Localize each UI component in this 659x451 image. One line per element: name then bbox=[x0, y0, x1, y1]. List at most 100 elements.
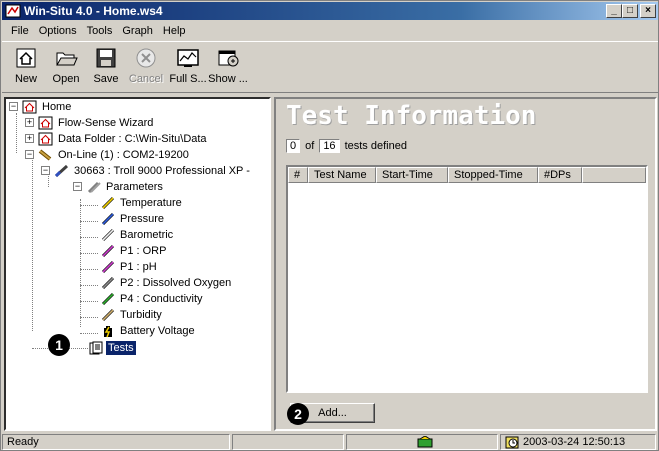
column-header-dps[interactable]: #DPs bbox=[538, 167, 582, 183]
tree-connector bbox=[80, 285, 98, 286]
tree-label-flow-sense: Flow-Sense Wizard bbox=[58, 117, 154, 129]
tree-item-parameters[interactable]: Parameters bbox=[86, 180, 165, 194]
callout-2: 2 bbox=[287, 403, 309, 425]
column-header-start-time[interactable]: Start-Time bbox=[376, 167, 448, 183]
calendar-clock-icon bbox=[505, 436, 519, 449]
param-item-temperature[interactable]: Temperature bbox=[100, 196, 184, 210]
param-label: P1 : pH bbox=[120, 261, 157, 273]
serial-cable-icon bbox=[38, 149, 52, 161]
tree-connector bbox=[32, 155, 33, 331]
save-button[interactable]: Save bbox=[86, 44, 126, 90]
tree-connector bbox=[80, 301, 98, 302]
show-label: Show ... bbox=[208, 73, 248, 85]
save-disk-icon bbox=[96, 48, 116, 68]
menu-help[interactable]: Help bbox=[158, 25, 191, 37]
status-datetime: 2003-03-24 12:50:13 bbox=[500, 434, 656, 450]
open-label: Open bbox=[52, 73, 80, 85]
tree-label-tests: Tests bbox=[106, 341, 136, 355]
connection-icon bbox=[417, 436, 433, 448]
navigation-tree[interactable]: − Home + Flow-Sense Wizard + Data Folder… bbox=[4, 97, 271, 431]
tree-item-device[interactable]: 30663 : Troll 9000 Professional XP - bbox=[54, 164, 252, 178]
open-button[interactable]: Open bbox=[46, 44, 86, 90]
close-button[interactable]: × bbox=[640, 4, 656, 18]
white-probe-icon bbox=[101, 228, 115, 242]
expand-home-toggle[interactable]: − bbox=[9, 102, 18, 111]
param-item-battery-voltage[interactable]: Battery Voltage bbox=[100, 324, 197, 338]
tree-connector bbox=[80, 269, 98, 270]
count-of-label: of bbox=[305, 140, 315, 152]
param-item-dissolved-oxygen[interactable]: P2 : Dissolved Oxygen bbox=[100, 276, 233, 290]
menu-bar: File Options Tools Graph Help bbox=[2, 21, 658, 40]
defined-count: 0 bbox=[286, 139, 301, 153]
window-title: Win-Situ 4.0 - Home.ws4 bbox=[24, 4, 163, 18]
status-panel-connection bbox=[346, 434, 498, 450]
test-count-row: 0 of 16 tests defined bbox=[286, 139, 412, 153]
tree-item-data-folder[interactable]: Data Folder : C:\Win-Situ\Data bbox=[38, 132, 209, 146]
column-header-blank[interactable] bbox=[582, 167, 646, 183]
tree-label-data-folder: Data Folder : C:\Win-Situ\Data bbox=[58, 133, 207, 145]
total-count: 16 bbox=[319, 139, 340, 153]
tree-item-flow-sense-wizard[interactable]: Flow-Sense Wizard bbox=[38, 116, 155, 130]
callout-1: 1 bbox=[48, 334, 70, 356]
param-item-pressure[interactable]: Pressure bbox=[100, 212, 166, 226]
menu-graph[interactable]: Graph bbox=[117, 25, 158, 37]
full-screen-label: Full S... bbox=[169, 73, 207, 85]
title-bar[interactable]: Win-Situ 4.0 - Home.ws4 _ □ × bbox=[2, 2, 658, 20]
test-information-panel: Test Information 0 of 16 tests defined #… bbox=[274, 97, 657, 431]
expand-device-toggle[interactable]: − bbox=[41, 166, 50, 175]
menu-options[interactable]: Options bbox=[34, 25, 82, 37]
status-panel-empty bbox=[232, 434, 344, 450]
menu-tools[interactable]: Tools bbox=[82, 25, 118, 37]
minimize-button[interactable]: _ bbox=[606, 4, 622, 18]
home-icon bbox=[22, 100, 37, 114]
expand-online-toggle[interactable]: − bbox=[25, 150, 34, 159]
tree-connector bbox=[80, 317, 98, 318]
save-label: Save bbox=[93, 73, 119, 85]
blue-probe-icon bbox=[101, 212, 115, 226]
tree-item-tests[interactable]: Tests bbox=[88, 341, 136, 355]
param-item-barometric[interactable]: Barometric bbox=[100, 228, 175, 242]
param-item-orp[interactable]: P1 : ORP bbox=[100, 244, 168, 258]
column-header-test-name[interactable]: Test Name bbox=[308, 167, 376, 183]
expand-parameters-toggle[interactable]: − bbox=[73, 182, 82, 191]
tests-list[interactable]: # Test Name Start-Time Stopped-Time #DPs bbox=[286, 165, 648, 393]
new-home-icon bbox=[16, 48, 36, 68]
tree-connector bbox=[80, 333, 98, 334]
tree-connector bbox=[80, 205, 98, 206]
toolbar: New Open Save Cancel Full S... Show ... bbox=[2, 41, 658, 93]
cancel-button[interactable]: Cancel bbox=[126, 44, 166, 90]
probe-icon bbox=[54, 164, 69, 178]
yellow-probe-icon bbox=[101, 196, 115, 210]
tree-item-online[interactable]: On-Line (1) : COM2-19200 bbox=[38, 148, 191, 162]
tree-item-home[interactable]: Home bbox=[22, 100, 73, 114]
count-suffix-label: tests defined bbox=[344, 140, 407, 152]
tree-label-parameters: Parameters bbox=[106, 181, 163, 193]
param-item-conductivity[interactable]: P4 : Conductivity bbox=[100, 292, 205, 306]
param-label: Turbidity bbox=[120, 309, 162, 321]
param-label: Pressure bbox=[120, 213, 165, 225]
tree-connector bbox=[80, 237, 98, 238]
param-item-turbidity[interactable]: Turbidity bbox=[100, 308, 164, 322]
param-item-ph[interactable]: P1 : pH bbox=[100, 260, 159, 274]
graph-icon bbox=[177, 49, 199, 67]
tests-clipboard-icon bbox=[89, 341, 103, 355]
data-folder-icon bbox=[38, 132, 53, 146]
tree-connector bbox=[80, 253, 98, 254]
expand-flow-sense-toggle[interactable]: + bbox=[25, 118, 34, 127]
expand-data-folder-toggle[interactable]: + bbox=[25, 134, 34, 143]
column-header-number[interactable]: # bbox=[288, 167, 308, 183]
show-button[interactable]: Show ... bbox=[208, 44, 248, 90]
column-header-stopped-time[interactable]: Stopped-Time bbox=[448, 167, 538, 183]
full-screen-button[interactable]: Full S... bbox=[168, 44, 208, 90]
param-label: P4 : Conductivity bbox=[120, 293, 203, 305]
tree-connector bbox=[80, 221, 98, 222]
param-label: P2 : Dissolved Oxygen bbox=[120, 277, 232, 289]
menu-file[interactable]: File bbox=[6, 25, 34, 37]
new-button[interactable]: New bbox=[6, 44, 46, 90]
maximize-button[interactable]: □ bbox=[622, 4, 638, 18]
param-label: Barometric bbox=[120, 229, 174, 241]
tree-connector bbox=[80, 199, 81, 327]
status-text: Ready bbox=[2, 434, 230, 450]
tree-connector bbox=[16, 113, 17, 153]
cancel-icon bbox=[136, 48, 156, 68]
